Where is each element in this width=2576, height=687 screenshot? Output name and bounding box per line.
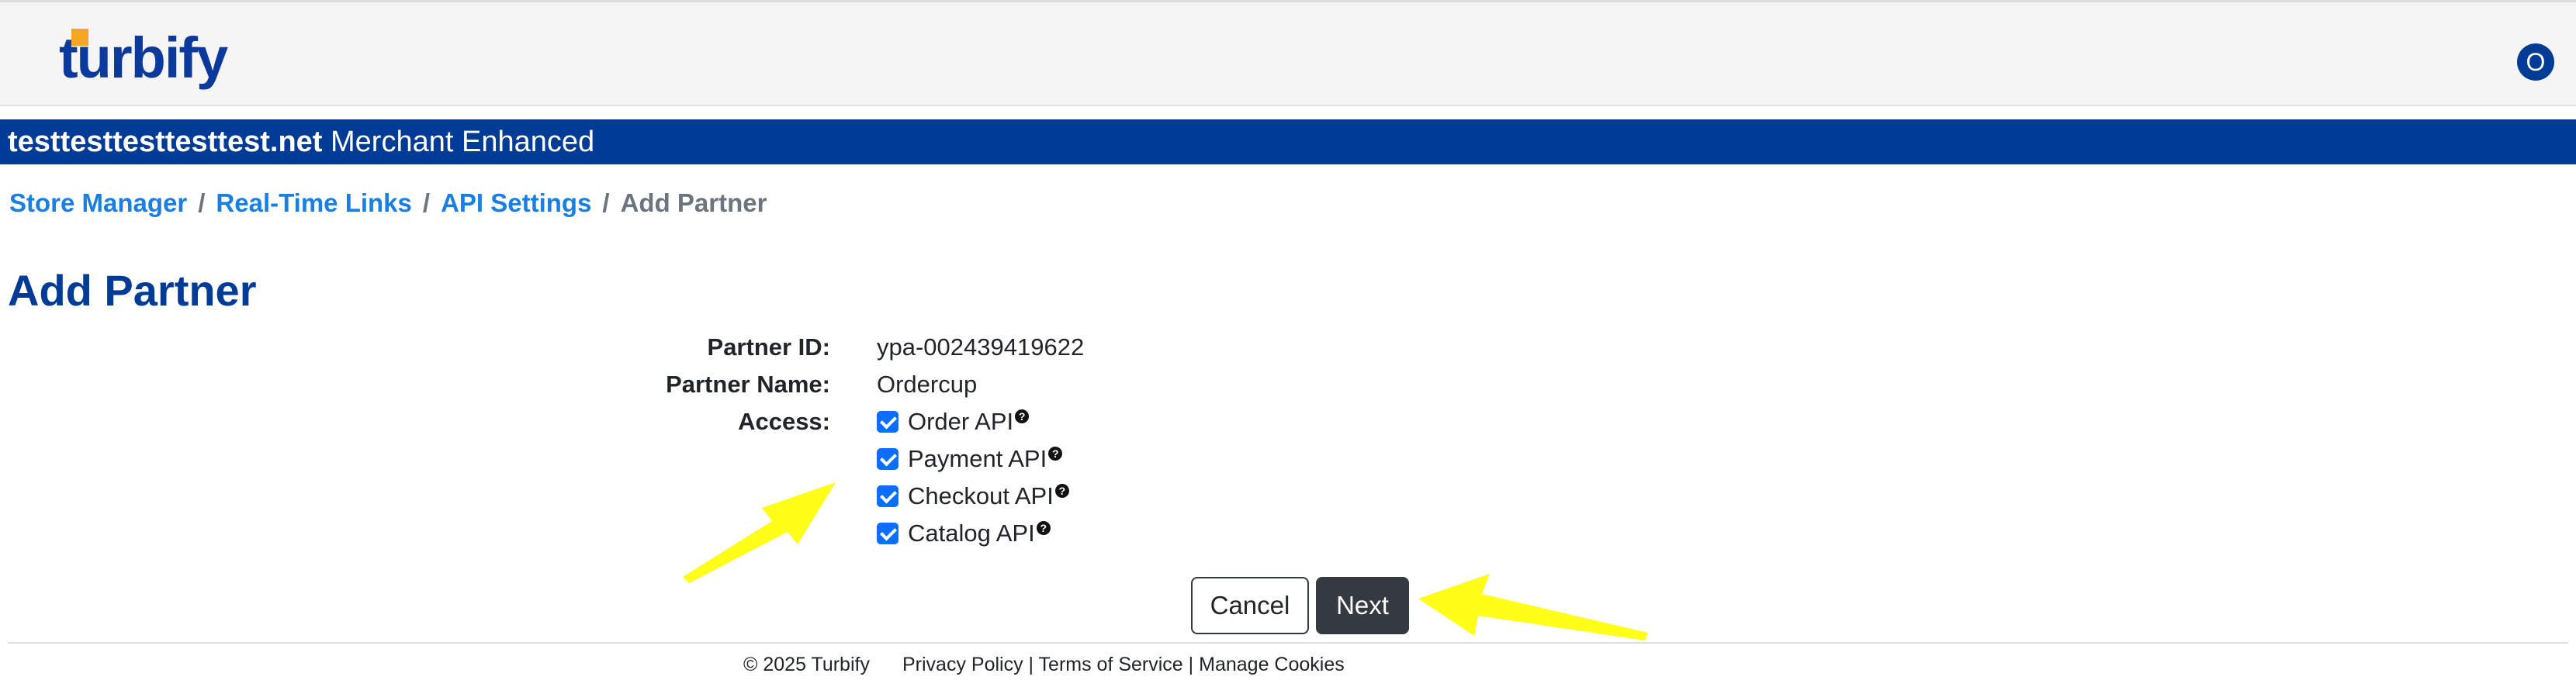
footer-separator: | [1188, 654, 1194, 675]
footer-links: Privacy Policy | Terms of Service | Mana… [902, 651, 1345, 678]
arrow-to-next-button-icon [1418, 574, 1648, 640]
annotation-arrows [683, 482, 1648, 640]
privacy-policy-link[interactable]: Privacy Policy [902, 654, 1023, 675]
footer-copyright: © 2025 Turbify [743, 654, 870, 675]
footer-separator: | [1028, 654, 1034, 675]
manage-cookies-link[interactable]: Manage Cookies [1199, 654, 1345, 675]
footer-divider [8, 642, 2568, 644]
arrow-to-checkboxes-icon [683, 482, 836, 583]
terms-of-service-link[interactable]: Terms of Service [1039, 654, 1183, 675]
